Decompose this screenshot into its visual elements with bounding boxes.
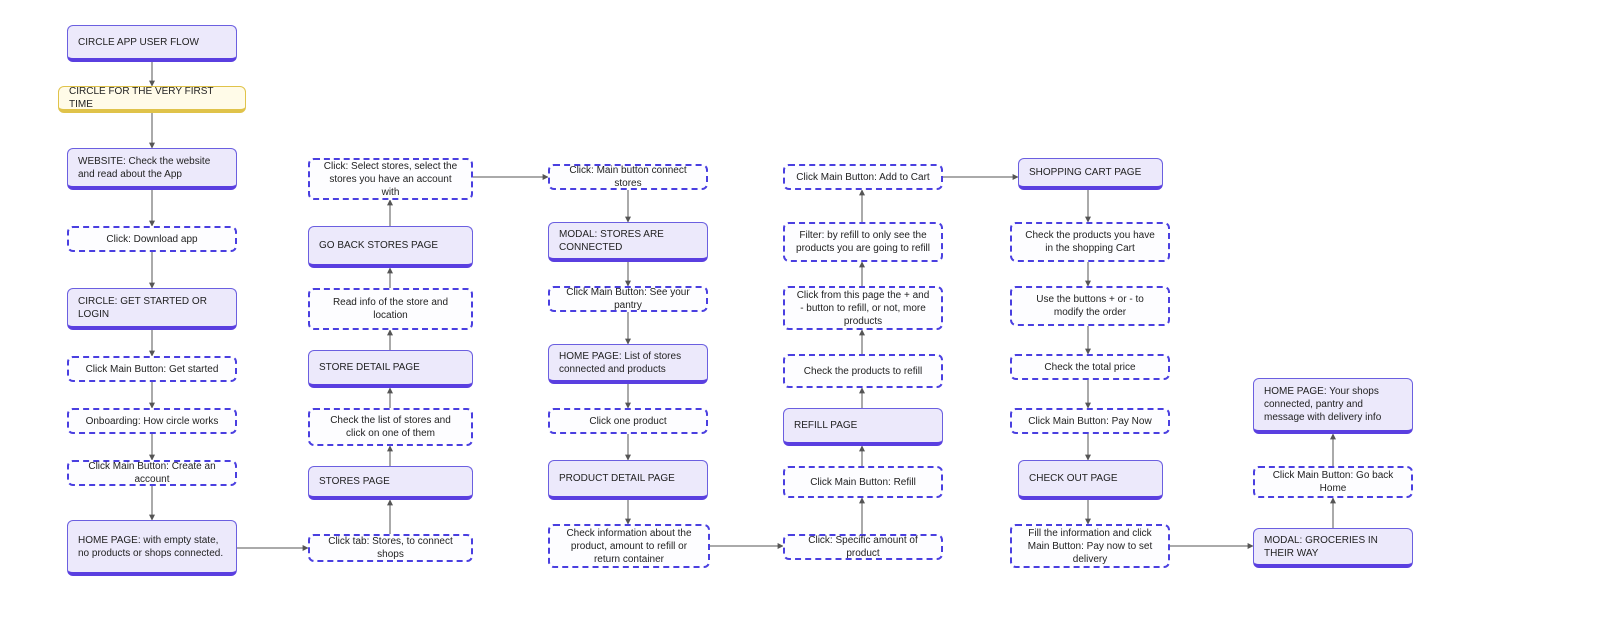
text: Click Main Button: Go back Home [1265,469,1401,495]
text: WEBSITE: Check the website and read abou… [78,155,226,181]
text: GO BACK STORES PAGE [319,239,438,252]
node-product-detail: PRODUCT DETAIL PAGE [548,460,708,500]
text: Click Main Button: Add to Cart [796,171,929,184]
text: HOME PAGE: List of stores connected and … [559,350,697,376]
node-click-one-product: Click one product [548,408,708,434]
text: Click Main Button: Pay Now [1028,415,1151,428]
node-go-back-stores: GO BACK STORES PAGE [308,226,473,268]
text: HOME PAGE: Your shops connected, pantry … [1264,385,1402,424]
text: Check the total price [1044,361,1135,374]
node-read-store-info: Read info of the store and location [308,288,473,330]
node-modal-groceries: MODAL: GROCERIES IN THEIR WAY [1253,528,1413,568]
node-filter-refill: Filter: by refill to only see the produc… [783,222,943,262]
node-connect-stores: Click: Main button connect stores [548,164,708,190]
text: CIRCLE: GET STARTED OR LOGIN [78,295,226,321]
text: REFILL PAGE [794,419,857,432]
user-flow-canvas: CIRCLE APP USER FLOW CIRCLE FOR THE VERY… [0,0,1600,634]
text: Click Main Button: Refill [810,476,916,489]
text: STORES PAGE [319,475,390,488]
text: Check the products to refill [804,365,922,378]
node-home-list-stores: HOME PAGE: List of stores connected and … [548,344,708,384]
text: MODAL: GROCERIES IN THEIR WAY [1264,534,1402,560]
node-select-stores: Click: Select stores, select the stores … [308,158,473,200]
node-refill-page: REFILL PAGE [783,408,943,446]
node-stores-page: STORES PAGE [308,466,473,500]
text: PRODUCT DETAIL PAGE [559,472,675,485]
node-pay-now: Click Main Button: Pay Now [1010,408,1170,434]
text: Click: Main button connect stores [560,164,696,190]
node-specific-amount: Click: Specific amount of product [783,534,943,560]
text: MODAL: STORES ARE CONNECTED [559,228,697,254]
text: Use the buttons + or - to modify the ord… [1022,293,1158,319]
node-website: WEBSITE: Check the website and read abou… [67,148,237,190]
text: HOME PAGE: with empty state, no products… [78,534,226,560]
node-create-account: Click Main Button: Create an account [67,460,237,486]
text: Fill the information and click Main Butt… [1022,527,1158,566]
node-set-delivery: Fill the information and click Main Butt… [1010,524,1170,568]
node-click-tab-stores: Click tab: Stores, to connect shops [308,534,473,562]
node-click-get-started: Click Main Button: Get started [67,356,237,382]
node-store-detail: STORE DETAIL PAGE [308,350,473,388]
text: CIRCLE APP USER FLOW [78,36,199,49]
text: CIRCLE FOR THE VERY FIRST TIME [69,85,235,111]
node-modify-order: Use the buttons + or - to modify the ord… [1010,286,1170,326]
text: STORE DETAIL PAGE [319,361,420,374]
text: Click Main Button: See your pantry [560,286,696,312]
node-go-back-home: Click Main Button: Go back Home [1253,466,1413,498]
text: CHECK OUT PAGE [1029,472,1118,485]
text: Click Main Button: Create an account [79,460,225,486]
text: Check the products you have in the shopp… [1022,229,1158,255]
node-download-app: Click: Download app [67,226,237,252]
text: Click Main Button: Get started [86,363,219,376]
node-get-started: CIRCLE: GET STARTED OR LOGIN [67,288,237,330]
node-check-refill: Check the products to refill [783,354,943,388]
text: Click: Specific amount of product [795,534,931,560]
text: Onboarding: How circle works [86,415,219,428]
text: Read info of the store and location [320,296,461,322]
node-check-product-info: Check information about the product, amo… [548,524,710,568]
text: Filter: by refill to only see the produc… [795,229,931,255]
node-plus-minus: Click from this page the + and - button … [783,286,943,330]
node-home-connected: HOME PAGE: Your shops connected, pantry … [1253,378,1413,434]
node-add-to-cart: Click Main Button: Add to Cart [783,164,943,190]
text: SHOPPING CART PAGE [1029,166,1141,179]
text: Click from this page the + and - button … [795,289,931,328]
node-modal-stores-connected: MODAL: STORES ARE CONNECTED [548,222,708,262]
node-empty-home: HOME PAGE: with empty state, no products… [67,520,237,576]
node-checkout: CHECK OUT PAGE [1018,460,1163,500]
node-check-total: Check the total price [1010,354,1170,380]
node-shopping-cart: SHOPPING CART PAGE [1018,158,1163,190]
node-check-cart: Check the products you have in the shopp… [1010,222,1170,262]
node-first-time: CIRCLE FOR THE VERY FIRST TIME [58,86,246,113]
node-see-pantry: Click Main Button: See your pantry [548,286,708,312]
text: Check information about the product, amo… [560,527,698,566]
node-check-store-list: Check the list of stores and click on on… [308,408,473,446]
text: Check the list of stores and click on on… [320,414,461,440]
text: Click: Download app [106,233,197,246]
text: Click one product [589,415,666,428]
node-click-refill: Click Main Button: Refill [783,466,943,498]
node-onboarding: Onboarding: How circle works [67,408,237,434]
text: Click: Select stores, select the stores … [320,160,461,199]
text: Click tab: Stores, to connect shops [320,535,461,561]
node-title: CIRCLE APP USER FLOW [67,25,237,62]
